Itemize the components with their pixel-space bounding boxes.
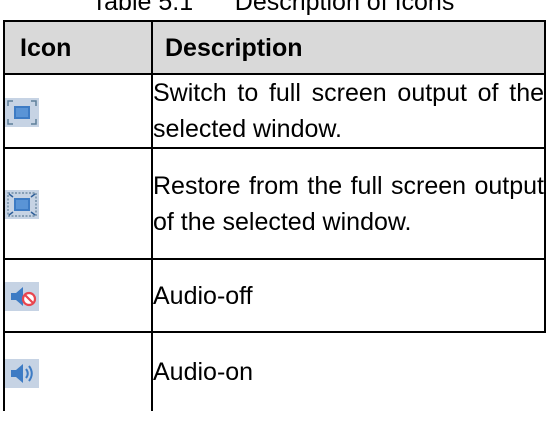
icon-cell [3, 73, 153, 149]
icon-description-table: Icon Description Switch to full screen o… [3, 20, 546, 411]
table-row: Audio-off [3, 258, 546, 333]
table-row: Switch to full screen output of the sele… [3, 73, 546, 149]
description-cell: Audio-on [151, 331, 545, 411]
header-description: Description [151, 20, 546, 75]
icon-cell [3, 147, 153, 260]
fullscreen-icon [5, 97, 39, 127]
icon-cell [3, 331, 153, 411]
table-caption: Table 5.1 Description of Icons [91, 0, 455, 16]
audio-off-icon [5, 282, 39, 312]
description-cell: Restore from the full screen output of t… [151, 147, 546, 260]
table-row: Audio-on [3, 331, 545, 411]
restore-fullscreen-icon [5, 190, 39, 220]
table-row: Restore from the full screen output of t… [3, 147, 546, 260]
icon-cell [3, 258, 153, 333]
table-header-row: Icon Description [3, 20, 546, 75]
audio-on-icon [5, 358, 39, 388]
description-cell: Audio-off [151, 258, 546, 333]
description-cell: Switch to full screen output of the sele… [151, 73, 546, 149]
header-icon: Icon [3, 20, 153, 75]
